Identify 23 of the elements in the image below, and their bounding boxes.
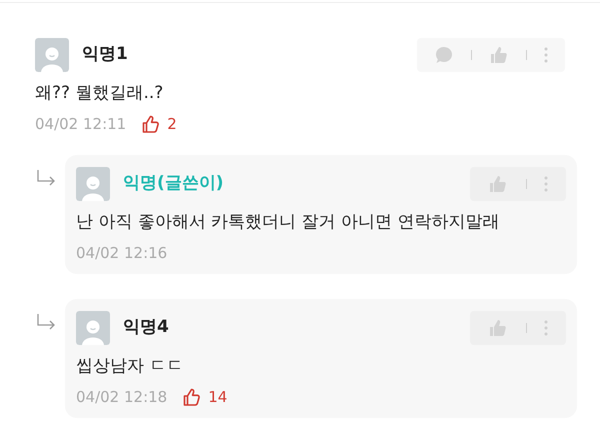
avatar-icon — [76, 167, 110, 201]
thumbs-up-icon[interactable] — [182, 386, 202, 407]
thumbs-up-icon[interactable] — [141, 114, 162, 134]
comment-text: 난 아직 좋아해서 카톡했더니 잘거 아니면 연락하지말래 — [76, 211, 500, 234]
author-name: 익명(글쓴이) — [123, 172, 224, 196]
comment-time: 04/02 12:11 — [35, 114, 126, 134]
speech-bubble-icon[interactable] — [434, 45, 454, 65]
comment-time: 04/02 12:18 — [76, 386, 168, 408]
comment-text: 왜?? 뭘했길래..? — [35, 82, 164, 105]
avatar-icon — [35, 38, 69, 72]
thumbs-up-icon[interactable] — [489, 45, 509, 65]
thumbs-up-icon[interactable] — [488, 318, 508, 338]
avatar-icon — [76, 311, 110, 345]
like-count: 2 — [167, 114, 177, 134]
comment-text: 씹상남자 ㄷㄷ — [76, 355, 184, 378]
thumbs-up-icon[interactable] — [488, 174, 508, 194]
more-icon[interactable] — [544, 47, 548, 63]
like-count: 14 — [208, 386, 228, 408]
author-name: 익명4 — [123, 316, 169, 340]
comment-time: 04/02 12:16 — [76, 242, 168, 264]
more-icon[interactable] — [544, 176, 548, 192]
author-name: 익명1 — [82, 43, 128, 66]
more-icon[interactable] — [544, 320, 548, 336]
